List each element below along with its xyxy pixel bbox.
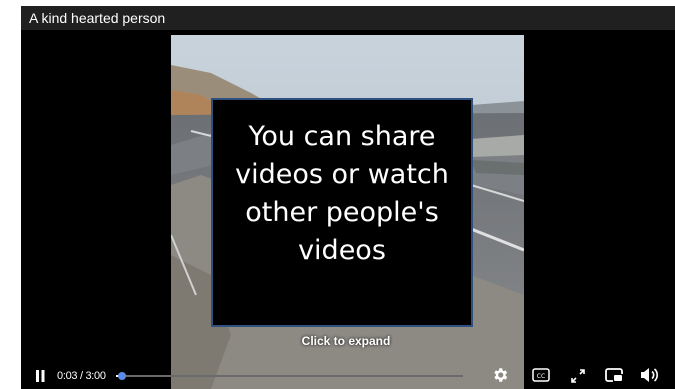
overlay-message: You can share videos or watch other peop…: [235, 121, 449, 266]
captions-icon[interactable]: CC: [532, 368, 550, 382]
title-bar: A kind hearted person: [21, 6, 675, 30]
volume-icon[interactable]: [639, 366, 659, 384]
control-bar: 0:03 / 3:00 CC: [21, 356, 675, 389]
progress-bar[interactable]: [116, 372, 463, 380]
expand-icon[interactable]: [570, 368, 586, 384]
info-overlay: You can share videos or watch other peop…: [211, 98, 473, 327]
progress-handle[interactable]: [117, 372, 126, 380]
gear-icon[interactable]: [491, 366, 509, 384]
svg-text:CC: CC: [537, 373, 545, 380]
time-display: 0:03 / 3:00: [57, 370, 106, 382]
mini-player-icon[interactable]: [605, 367, 623, 383]
video-title: A kind hearted person: [29, 10, 166, 26]
video-player[interactable]: A kind hearted person You can share vide…: [21, 6, 675, 389]
click-to-expand-label[interactable]: Click to expand: [271, 334, 421, 348]
pause-icon[interactable]: [33, 369, 47, 383]
